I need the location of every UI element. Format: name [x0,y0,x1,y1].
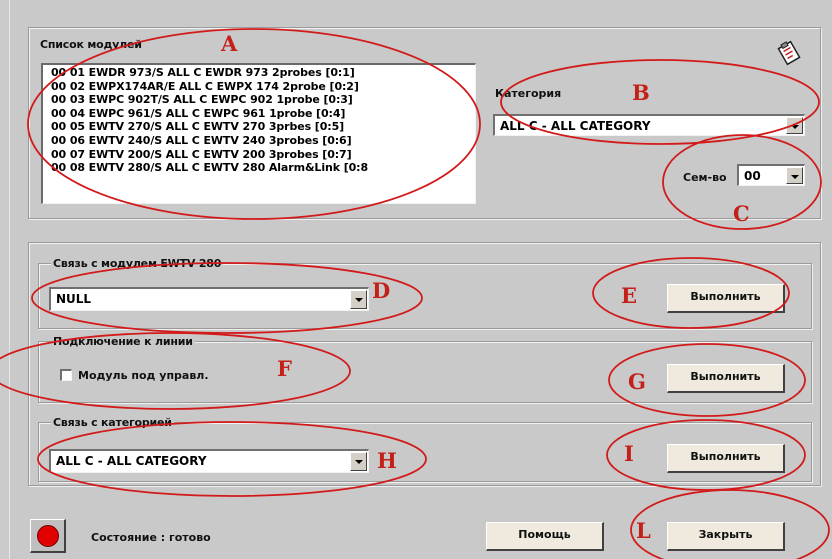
left-edge-bar [0,0,10,559]
annotation-letter-h: H [377,448,397,473]
chevron-down-icon[interactable] [786,117,803,134]
button-label: Выполнить [690,450,761,463]
list-item[interactable]: 00 03 EWPC 902T/S ALL C EWPC 902 1probe … [51,93,475,107]
family-select-value: 00 [744,169,761,183]
managed-module-checkbox[interactable] [60,369,72,381]
managed-module-label: Модуль под управл. [78,369,209,382]
module-link-value: NULL [56,292,92,306]
line-connect-execute-button[interactable]: Выполнить [667,364,785,393]
category-link-title: Связь с категорией [51,416,174,429]
line-connect-title: Подключение к линии [51,335,195,348]
list-item[interactable]: 00 06 EWTV 240/S ALL C EWTV 240 3probes … [51,134,475,148]
category-select-value: ALL C - ALL CATEGORY [500,119,651,133]
dialog-window: Список модулей 00 01 EWDR 973/S ALL C EW… [0,0,832,559]
annotation-letter-b: B [632,80,650,105]
button-label: Закрыть [698,528,753,541]
button-label: Помощь [518,528,571,541]
status-text: Состояние : готово [91,531,211,544]
list-item[interactable]: 00 07 EWTV 200/S ALL C EWTV 200 3probes … [51,148,475,162]
annotation-letter-l: L [636,518,651,543]
annotation-letter-e: E [621,283,638,308]
chevron-down-icon[interactable] [786,167,803,184]
list-item[interactable]: 00 05 EWTV 270/S ALL C EWTV 270 3prbes [… [51,120,475,134]
list-item[interactable]: 00 01 EWDR 973/S ALL C EWDR 973 2probes … [51,66,475,80]
modules-listbox[interactable]: 00 01 EWDR 973/S ALL C EWDR 973 2probes … [41,63,476,204]
category-link-execute-button[interactable]: Выполнить [667,444,785,473]
category-select[interactable]: ALL C - ALL CATEGORY [493,114,805,136]
list-item[interactable]: 00 08 EWTV 280/S ALL C EWTV 280 Alarm&Li… [51,161,475,175]
category-link-value: ALL C - ALL CATEGORY [56,454,207,468]
category-link-select[interactable]: ALL C - ALL CATEGORY [49,449,369,473]
family-label: Сем-во [683,171,727,184]
module-link-execute-button[interactable]: Выполнить [667,284,785,313]
close-button[interactable]: Закрыть [667,522,785,551]
chevron-down-icon[interactable] [350,452,367,471]
button-label: Выполнить [690,370,761,383]
annotation-letter-c: C [733,201,750,226]
status-indicator-icon [30,519,66,553]
annotation-letter-a: A [221,31,238,56]
module-link-title: Связь с модулем EWTV 280 [51,257,224,270]
annotation-letter-g: G [628,369,646,394]
chevron-down-icon[interactable] [350,290,367,309]
annotation-letter-f: F [277,356,292,381]
button-label: Выполнить [690,290,761,303]
annotation-letter-i: I [624,441,634,466]
annotation-letter-d: D [372,278,391,303]
list-item[interactable]: 00 02 EWPX174AR/E ALL C EWPX 174 2probe … [51,80,475,94]
list-item[interactable]: 00 04 EWPC 961/S ALL C EWPC 961 1probe [… [51,107,475,121]
category-label: Категория [495,87,562,100]
notepad-icon[interactable] [776,40,802,66]
module-link-select[interactable]: NULL [49,287,369,311]
modules-group-title: Список модулей [40,38,142,51]
help-button[interactable]: Помощь [486,522,604,551]
family-select[interactable]: 00 [737,164,805,186]
